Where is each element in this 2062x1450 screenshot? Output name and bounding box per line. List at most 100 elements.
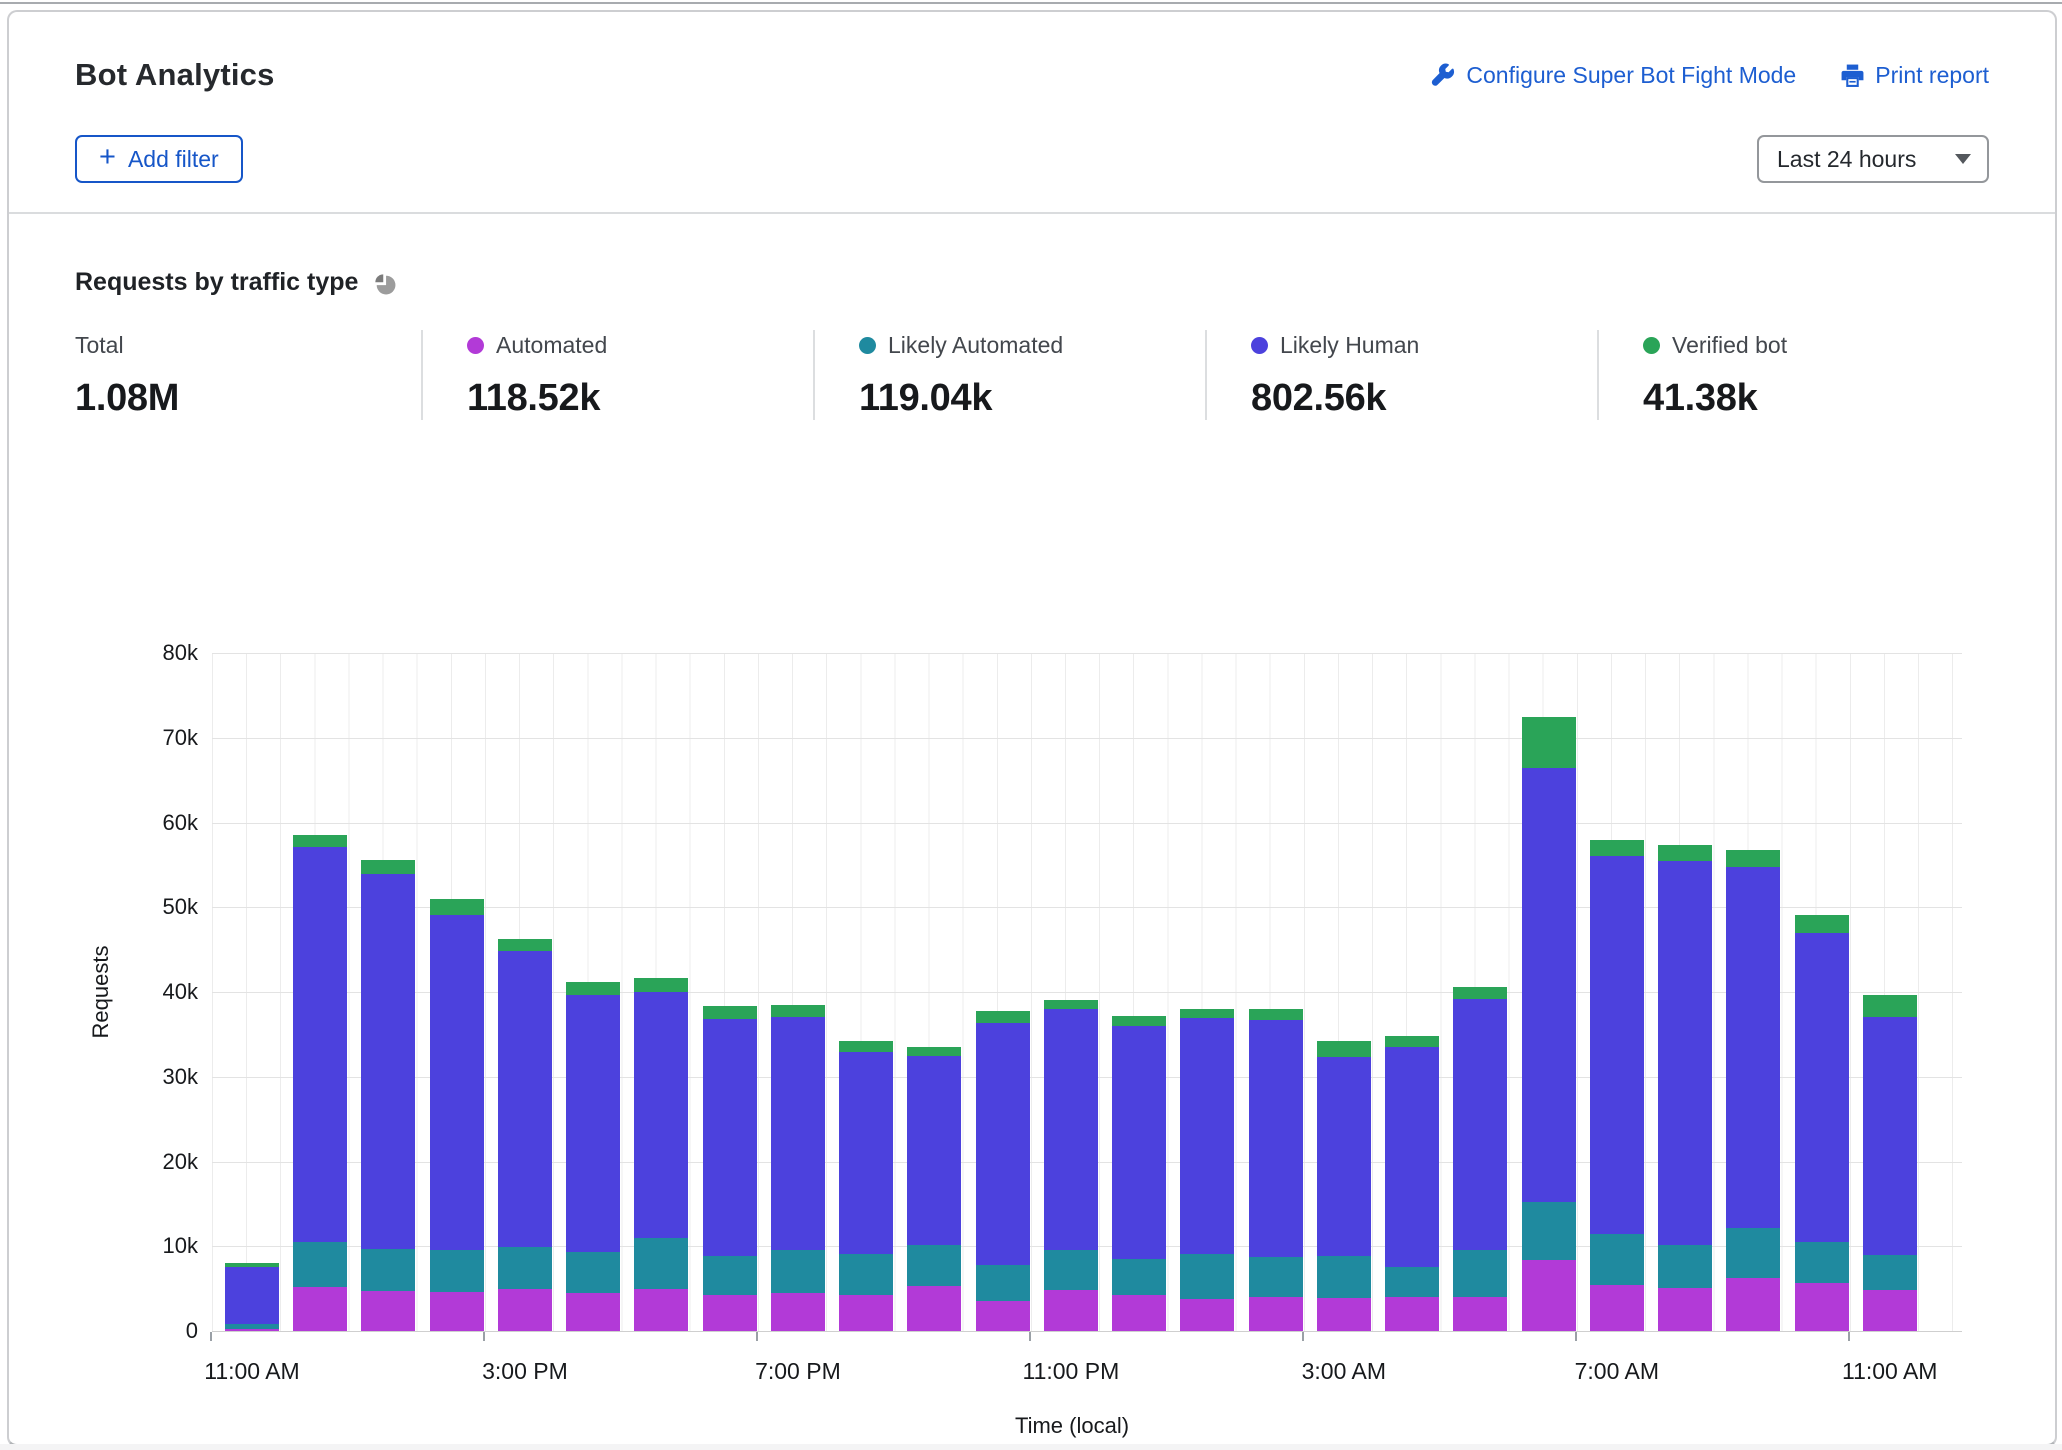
bar[interactable] bbox=[703, 653, 757, 1331]
x-axis-tick-label: 7:00 PM bbox=[708, 1358, 888, 1385]
bar[interactable] bbox=[1590, 653, 1644, 1331]
bar[interactable] bbox=[1522, 653, 1576, 1331]
bar-segment-verified-bot bbox=[1317, 1041, 1371, 1057]
bar-segment-automated bbox=[293, 1287, 347, 1331]
x-axis-tick bbox=[483, 1332, 485, 1341]
bar[interactable] bbox=[225, 653, 279, 1331]
bar-segment-verified-bot bbox=[907, 1047, 961, 1056]
bar-segment-automated bbox=[1453, 1297, 1507, 1331]
bar[interactable] bbox=[1180, 653, 1234, 1331]
bar-segment-automated bbox=[361, 1291, 415, 1331]
bar[interactable] bbox=[1385, 653, 1439, 1331]
bar-segment-likely-human bbox=[1249, 1020, 1303, 1257]
bar-segment-automated bbox=[907, 1286, 961, 1331]
bar-segment-verified-bot bbox=[1658, 845, 1712, 862]
bar[interactable] bbox=[361, 653, 415, 1331]
bar[interactable] bbox=[771, 653, 825, 1331]
x-axis-tick-label: 7:00 AM bbox=[1527, 1358, 1707, 1385]
bar-segment-likely-human bbox=[1658, 861, 1712, 1244]
bar[interactable] bbox=[1249, 653, 1303, 1331]
x-axis-tick bbox=[1302, 1332, 1304, 1341]
bar-segment-likely-human bbox=[634, 992, 688, 1238]
bar-segment-verified-bot bbox=[361, 860, 415, 874]
bar-segment-likely-automated bbox=[1112, 1259, 1166, 1295]
bar[interactable] bbox=[1453, 653, 1507, 1331]
y-axis-tick-label: 40k bbox=[102, 979, 198, 1005]
bar[interactable] bbox=[907, 653, 961, 1331]
bar-segment-likely-human bbox=[361, 874, 415, 1249]
bar[interactable] bbox=[1726, 653, 1780, 1331]
bar[interactable] bbox=[1317, 653, 1371, 1331]
bar-segment-likely-automated bbox=[225, 1324, 279, 1329]
requests-stacked-bar-chart: 010k20k30k40k50k60k70k80k11:00 AM3:00 PM… bbox=[9, 12, 2055, 1444]
bar-segment-likely-human bbox=[976, 1023, 1030, 1265]
bar[interactable] bbox=[1795, 653, 1849, 1331]
bar-segment-verified-bot bbox=[839, 1041, 893, 1052]
bar-segment-automated bbox=[1317, 1298, 1371, 1331]
bar-segment-likely-automated bbox=[361, 1249, 415, 1291]
bar[interactable] bbox=[1658, 653, 1712, 1331]
bar[interactable] bbox=[293, 653, 347, 1331]
bar-segment-likely-automated bbox=[1726, 1228, 1780, 1279]
bar-segment-verified-bot bbox=[1726, 850, 1780, 867]
bar[interactable] bbox=[430, 653, 484, 1331]
bar[interactable] bbox=[566, 653, 620, 1331]
bar-segment-likely-human bbox=[1180, 1018, 1234, 1254]
x-axis-tick bbox=[1575, 1332, 1577, 1341]
bar-segment-likely-human bbox=[1863, 1017, 1917, 1255]
bar-segment-likely-automated bbox=[566, 1252, 620, 1293]
y-gridline bbox=[212, 1331, 1962, 1332]
bar-segment-automated bbox=[1112, 1295, 1166, 1331]
x-axis-tick-label: 11:00 AM bbox=[162, 1358, 342, 1385]
bar-segment-likely-human bbox=[1112, 1026, 1166, 1259]
bar[interactable] bbox=[634, 653, 688, 1331]
bar-segment-likely-human bbox=[1590, 856, 1644, 1234]
bar-segment-likely-automated bbox=[703, 1256, 757, 1295]
bar-segment-likely-automated bbox=[1658, 1245, 1712, 1288]
y-axis-title: Requests bbox=[88, 946, 114, 1039]
bar[interactable] bbox=[976, 653, 1030, 1331]
bar-segment-verified-bot bbox=[976, 1011, 1030, 1024]
bar-segment-likely-human bbox=[1044, 1009, 1098, 1250]
bar-segment-verified-bot bbox=[430, 899, 484, 915]
bar[interactable] bbox=[1112, 653, 1166, 1331]
bar[interactable] bbox=[498, 653, 552, 1331]
bar-segment-likely-automated bbox=[839, 1254, 893, 1295]
bar[interactable] bbox=[1044, 653, 1098, 1331]
bar-segment-automated bbox=[703, 1295, 757, 1331]
bar-segment-verified-bot bbox=[1795, 915, 1849, 933]
bar-segment-likely-human bbox=[703, 1019, 757, 1256]
bar-segment-likely-automated bbox=[771, 1250, 825, 1293]
bar[interactable] bbox=[1863, 653, 1917, 1331]
bar-segment-verified-bot bbox=[566, 982, 620, 996]
y-axis-tick-label: 0 bbox=[102, 1318, 198, 1344]
bar-segment-automated bbox=[1385, 1297, 1439, 1331]
x-axis-tick-label: 3:00 PM bbox=[435, 1358, 615, 1385]
bar-segment-likely-human bbox=[430, 915, 484, 1251]
bar-segment-automated bbox=[1249, 1297, 1303, 1331]
bar-segment-likely-automated bbox=[1522, 1202, 1576, 1260]
bar-segment-likely-human bbox=[566, 995, 620, 1252]
bar-segment-likely-automated bbox=[1453, 1250, 1507, 1297]
bar-segment-automated bbox=[771, 1293, 825, 1331]
bar-segment-automated bbox=[225, 1329, 279, 1331]
bar-segment-verified-bot bbox=[1112, 1016, 1166, 1026]
bar-segment-automated bbox=[1590, 1285, 1644, 1331]
x-axis-tick bbox=[1029, 1332, 1031, 1341]
bar-segment-automated bbox=[1863, 1290, 1917, 1331]
bar-segment-automated bbox=[1180, 1299, 1234, 1331]
bar-segment-likely-automated bbox=[907, 1245, 961, 1287]
bar-segment-likely-automated bbox=[1044, 1250, 1098, 1291]
bar-segment-likely-human bbox=[1317, 1057, 1371, 1255]
bar-segment-likely-human bbox=[1726, 867, 1780, 1227]
x-axis-tick-label: 11:00 PM bbox=[981, 1358, 1161, 1385]
bar-segment-likely-automated bbox=[634, 1238, 688, 1290]
bar-segment-likely-human bbox=[1385, 1047, 1439, 1267]
bar-segment-automated bbox=[1795, 1283, 1849, 1331]
bar-segment-verified-bot bbox=[1385, 1036, 1439, 1047]
y-axis-tick-label: 50k bbox=[102, 894, 198, 920]
bot-analytics-card: Bot Analytics Configure Super Bot Fight … bbox=[7, 10, 2057, 1447]
y-axis-tick-label: 70k bbox=[102, 725, 198, 751]
bar-segment-verified-bot bbox=[498, 939, 552, 952]
bar[interactable] bbox=[839, 653, 893, 1331]
